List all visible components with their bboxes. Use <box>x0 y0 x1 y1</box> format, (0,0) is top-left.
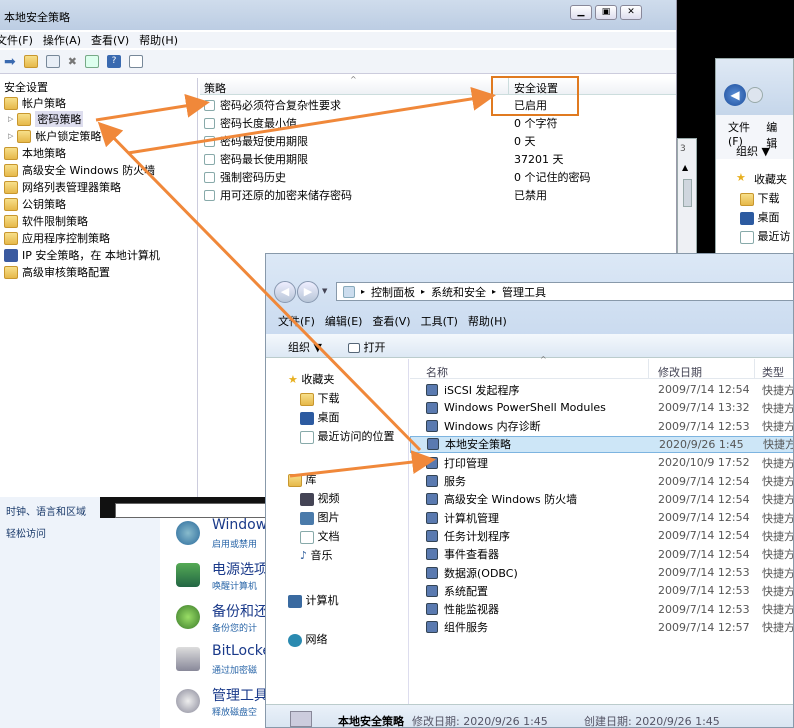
arrow-to-policy-list <box>95 93 210 122</box>
arrow-to-setting <box>127 86 496 155</box>
annotation-arrows <box>95 86 496 478</box>
arrow-to-password-policy <box>97 121 422 452</box>
arrow-to-local-policy-file <box>289 450 436 478</box>
